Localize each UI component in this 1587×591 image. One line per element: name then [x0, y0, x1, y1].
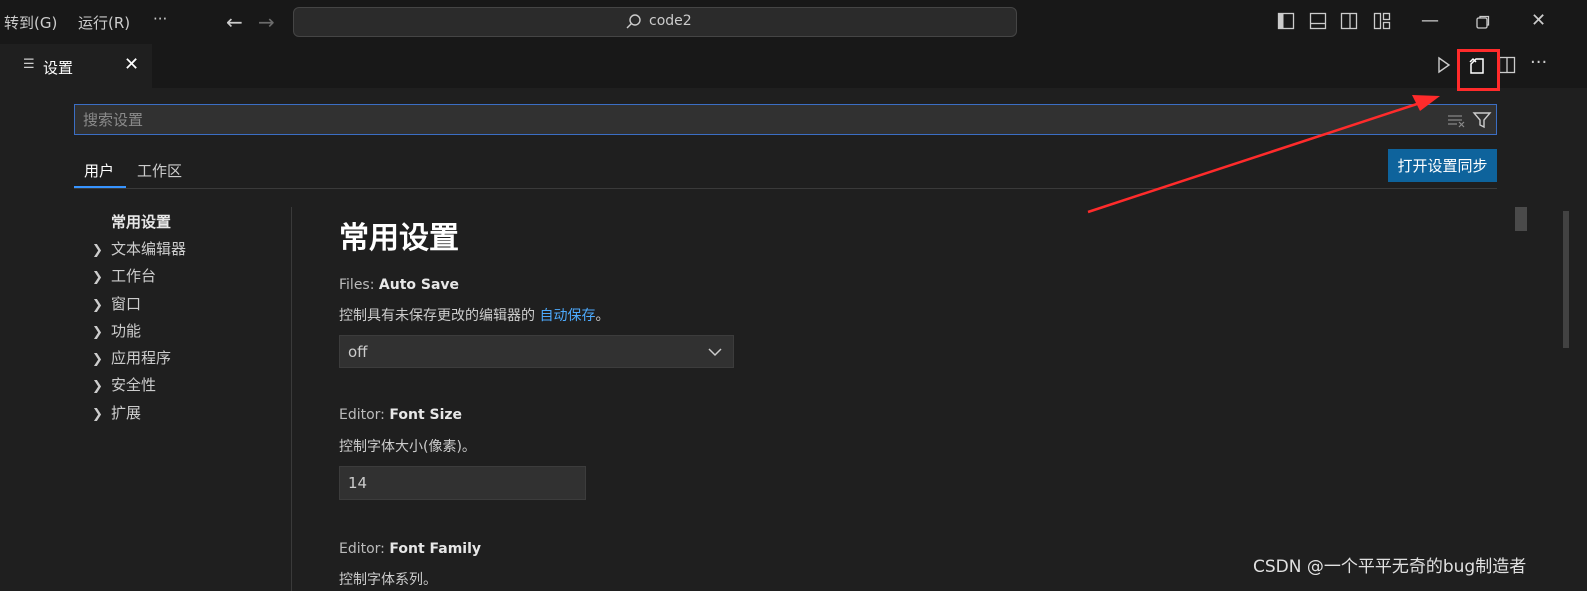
desc-text: 控制具有未保存更改的编辑器的	[339, 308, 540, 324]
font-size-input[interactable]	[339, 466, 586, 500]
toc-item-workbench[interactable]: ❯ 工作台	[92, 265, 156, 286]
forward-arrow-icon[interactable]: →	[258, 10, 275, 34]
toc-item-label: 功能	[111, 322, 142, 340]
toc-item-security[interactable]: ❯ 安全性	[92, 374, 156, 395]
toc-item-label: 应用程序	[111, 349, 172, 367]
minimize-icon[interactable]: —	[1421, 10, 1439, 31]
setting-auto-save-title: Files: Auto Save	[339, 277, 459, 293]
toggle-primary-sidebar-icon[interactable]	[1277, 12, 1295, 30]
toc-item-label: 文本编辑器	[111, 240, 187, 258]
setting-category: Files:	[339, 277, 379, 293]
toggle-panel-icon[interactable]	[1309, 12, 1327, 30]
setting-category: Editor:	[339, 407, 390, 423]
menu-more[interactable]: ···	[153, 10, 167, 28]
toc-item-extensions[interactable]: ❯ 扩展	[92, 402, 141, 423]
annotation-arrow	[1087, 95, 1440, 214]
toc-item-text-editor[interactable]: ❯ 文本编辑器	[92, 238, 186, 259]
split-editor-icon[interactable]	[1498, 56, 1516, 74]
watermark: CSDN @一个平平无奇的bug制造者	[1253, 557, 1527, 577]
desc-text-end: 。	[595, 308, 610, 324]
chevron-right-icon: ❯	[92, 243, 103, 258]
chevron-right-icon: ❯	[92, 298, 103, 313]
settings-search-box	[74, 104, 1497, 135]
restore-icon[interactable]	[1475, 14, 1491, 30]
scrollbar-thumb[interactable]	[1563, 211, 1569, 348]
chevron-right-icon: ❯	[92, 379, 103, 394]
title-bar: 转到(G) 运行(R) ··· ← → code2 — ✕	[0, 0, 1587, 44]
setting-font-size-title: Editor: Font Size	[339, 407, 462, 423]
toc-item-label: 窗口	[111, 295, 142, 313]
setting-name: Auto Save	[378, 277, 460, 293]
toc-item-window[interactable]: ❯ 窗口	[92, 293, 141, 314]
chevron-right-icon: ❯	[92, 325, 103, 340]
tab-user[interactable]: 用户	[84, 160, 114, 181]
overview-ruler-thumb[interactable]	[1515, 207, 1527, 231]
toc-item-label: 扩展	[111, 404, 142, 422]
filter-icon[interactable]	[1472, 110, 1492, 130]
setting-font-size-desc: 控制字体大小(像素)。	[339, 439, 476, 455]
chevron-right-icon: ❯	[92, 270, 103, 285]
chevron-down-icon	[708, 348, 722, 357]
setting-name: Font Size	[389, 407, 463, 423]
back-arrow-icon[interactable]: ←	[226, 10, 243, 34]
chevron-right-icon: ❯	[92, 352, 103, 367]
tab-workspace[interactable]: 工作区	[137, 160, 182, 181]
toc-item-label: 常用设置	[111, 213, 172, 231]
menu-goto[interactable]: 转到(G)	[4, 12, 57, 33]
auto-save-select[interactable]: off	[339, 335, 734, 368]
setting-font-family-desc: 控制字体系列。	[339, 572, 437, 588]
setting-auto-save-desc: 控制具有未保存更改的编辑器的 自动保存。	[339, 305, 609, 325]
setting-category: Editor:	[339, 541, 390, 557]
auto-save-value: off	[348, 343, 368, 361]
command-center-label: code2	[649, 13, 692, 29]
clear-filter-icon[interactable]	[1447, 111, 1465, 129]
toc-item-label: 安全性	[111, 376, 157, 394]
more-actions-icon[interactable]: ···	[1530, 52, 1547, 73]
tab-label: 设置	[43, 59, 74, 77]
toc-item-common[interactable]: 常用设置	[92, 211, 171, 232]
section-title: 常用设置	[339, 221, 459, 256]
toc-item-features[interactable]: ❯ 功能	[92, 320, 141, 341]
menu-run[interactable]: 运行(R)	[78, 12, 130, 33]
customize-layout-icon[interactable]	[1373, 12, 1391, 30]
close-tab-icon[interactable]: ✕	[124, 54, 139, 75]
settings-list-icon: ☰	[23, 57, 35, 72]
setting-name: Font Family	[389, 541, 482, 557]
command-center[interactable]: code2	[293, 7, 1017, 37]
toggle-secondary-sidebar-icon[interactable]	[1340, 12, 1358, 30]
toc-item-label: 工作台	[111, 267, 157, 285]
editor-tab-bar: ☰ 设置 ✕ ···	[0, 44, 1587, 88]
chevron-right-icon: ❯	[92, 407, 103, 422]
search-icon	[626, 14, 641, 29]
tab-settings[interactable]: ☰ 设置 ✕	[0, 44, 152, 88]
scope-divider	[74, 188, 1497, 189]
close-window-icon[interactable]: ✕	[1531, 10, 1546, 31]
auto-save-link[interactable]: 自动保存	[539, 308, 595, 324]
settings-search-input[interactable]	[83, 109, 1423, 131]
annotation-highlight-box	[1457, 49, 1500, 91]
toc-divider	[291, 207, 292, 591]
toc-item-application[interactable]: ❯ 应用程序	[92, 347, 171, 368]
settings-sync-button[interactable]: 打开设置同步	[1388, 149, 1497, 182]
setting-font-family-title: Editor: Font Family	[339, 541, 481, 557]
run-icon[interactable]	[1434, 56, 1452, 74]
